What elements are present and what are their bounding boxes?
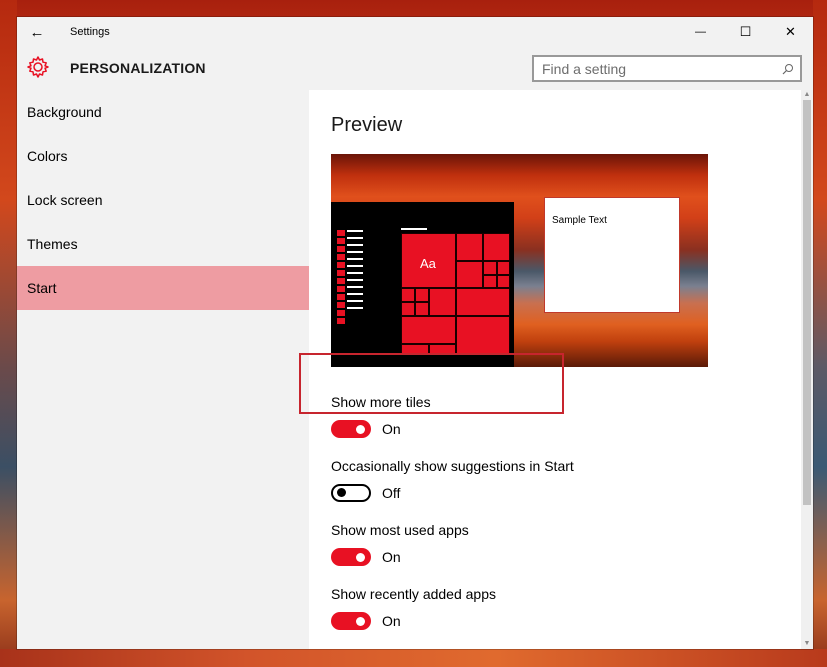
sidebar-item-themes[interactable]: Themes: [17, 222, 309, 266]
minimize-button[interactable]: —: [678, 17, 723, 47]
preview-tile: [429, 288, 456, 316]
setting-label: Show most used apps: [331, 522, 469, 538]
settings-window: ← Settings — ☐ ✕ PERSONALIZATION Find a …: [17, 17, 813, 649]
toggle-state: On: [382, 613, 401, 629]
vertical-scrollbar[interactable]: ▲ ▼: [801, 90, 813, 649]
scroll-thumb[interactable]: [803, 100, 811, 505]
sidebar: Background Colors Lock screen Themes Sta…: [17, 90, 309, 649]
search-box[interactable]: [532, 55, 802, 82]
sidebar-item-start[interactable]: Start: [17, 266, 309, 310]
close-button[interactable]: ✕: [768, 17, 813, 47]
setting-show-most-used-apps: Show most used apps On: [331, 522, 469, 566]
preview-tile: [497, 275, 510, 288]
toggle-knob: [356, 553, 365, 562]
setting-label: Occasionally show suggestions in Start: [331, 458, 574, 474]
sidebar-item-label: Lock screen: [27, 192, 103, 208]
desktop-background-left: [0, 0, 17, 667]
preview-start-menu: Aa: [331, 202, 514, 367]
setting-label: Show more tiles: [331, 394, 431, 410]
preview-sample-text: Sample Text: [552, 215, 607, 226]
setting-show-recently-added-apps: Show recently added apps On: [331, 586, 496, 630]
search-input[interactable]: [534, 57, 776, 80]
show-more-tiles-toggle[interactable]: [331, 420, 371, 438]
desktop-background-bottom: [0, 649, 827, 667]
maximize-icon: ☐: [739, 24, 752, 39]
preview-tile: [456, 233, 483, 261]
preview-tile-large: Aa: [401, 233, 456, 288]
preview-tile: [401, 302, 415, 316]
show-suggestions-toggle[interactable]: [331, 484, 371, 502]
preview-tile: [429, 344, 456, 354]
preview-tile: [401, 344, 429, 354]
show-recently-added-apps-toggle[interactable]: [331, 612, 371, 630]
main-content: Preview Aa Sample Text Show more tiles O…: [309, 90, 813, 649]
maximize-button[interactable]: ☐: [723, 17, 768, 47]
title-bar: ← Settings — ☐ ✕: [17, 17, 813, 47]
preview-tile: [483, 261, 497, 275]
sidebar-item-lock-screen[interactable]: Lock screen: [17, 178, 309, 222]
toggle-knob: [356, 425, 365, 434]
minimize-icon: —: [695, 26, 706, 38]
start-preview: Aa Sample Text: [331, 154, 708, 367]
scroll-up-arrow-icon[interactable]: ▲: [801, 90, 813, 100]
section-title: Preview: [331, 114, 403, 136]
window-controls: — ☐ ✕: [678, 17, 813, 47]
page-header: PERSONALIZATION: [17, 47, 813, 90]
scroll-down-arrow-icon[interactable]: ▼: [801, 639, 813, 649]
back-arrow-icon: ←: [29, 23, 45, 41]
preview-tile: [456, 261, 483, 288]
setting-label: Show recently added apps: [331, 586, 496, 602]
preview-group-header: [401, 228, 427, 230]
preview-tiles: Aa: [401, 233, 510, 354]
preview-app-list: [347, 230, 363, 309]
preview-window: Sample Text: [544, 197, 680, 313]
setting-show-suggestions: Occasionally show suggestions in Start O…: [331, 458, 574, 502]
sidebar-item-label: Background: [27, 104, 102, 120]
back-button[interactable]: ←: [17, 17, 57, 47]
preview-tile: [483, 233, 510, 261]
preview-tile: [401, 288, 415, 302]
preview-tile: [456, 316, 510, 354]
preview-tile: [415, 302, 429, 316]
preview-tile: [483, 275, 497, 288]
toggle-knob: [337, 488, 346, 497]
preview-tile: [401, 316, 456, 344]
preview-tile-label: Aa: [420, 256, 436, 271]
sidebar-item-label: Themes: [27, 236, 78, 252]
sidebar-item-colors[interactable]: Colors: [17, 134, 309, 178]
setting-show-more-tiles: Show more tiles On: [331, 394, 431, 438]
preview-tile: [497, 261, 510, 275]
sidebar-item-label: Start: [27, 280, 57, 296]
preview-tile: [415, 288, 429, 302]
gear-icon: [27, 56, 49, 78]
preview-app-icons: [337, 230, 345, 330]
show-most-used-apps-toggle[interactable]: [331, 548, 371, 566]
sidebar-item-background[interactable]: Background: [17, 90, 309, 134]
toggle-knob: [356, 617, 365, 626]
page-title: PERSONALIZATION: [70, 60, 206, 76]
desktop-background-right: [813, 0, 827, 667]
toggle-state: Off: [382, 485, 401, 501]
search-icon[interactable]: [776, 57, 800, 80]
sidebar-item-label: Colors: [27, 148, 68, 164]
close-icon: ✕: [785, 24, 796, 39]
toggle-state: On: [382, 549, 401, 565]
preview-tile: [456, 288, 510, 316]
toggle-state: On: [382, 421, 401, 437]
window-title: Settings: [70, 26, 110, 38]
